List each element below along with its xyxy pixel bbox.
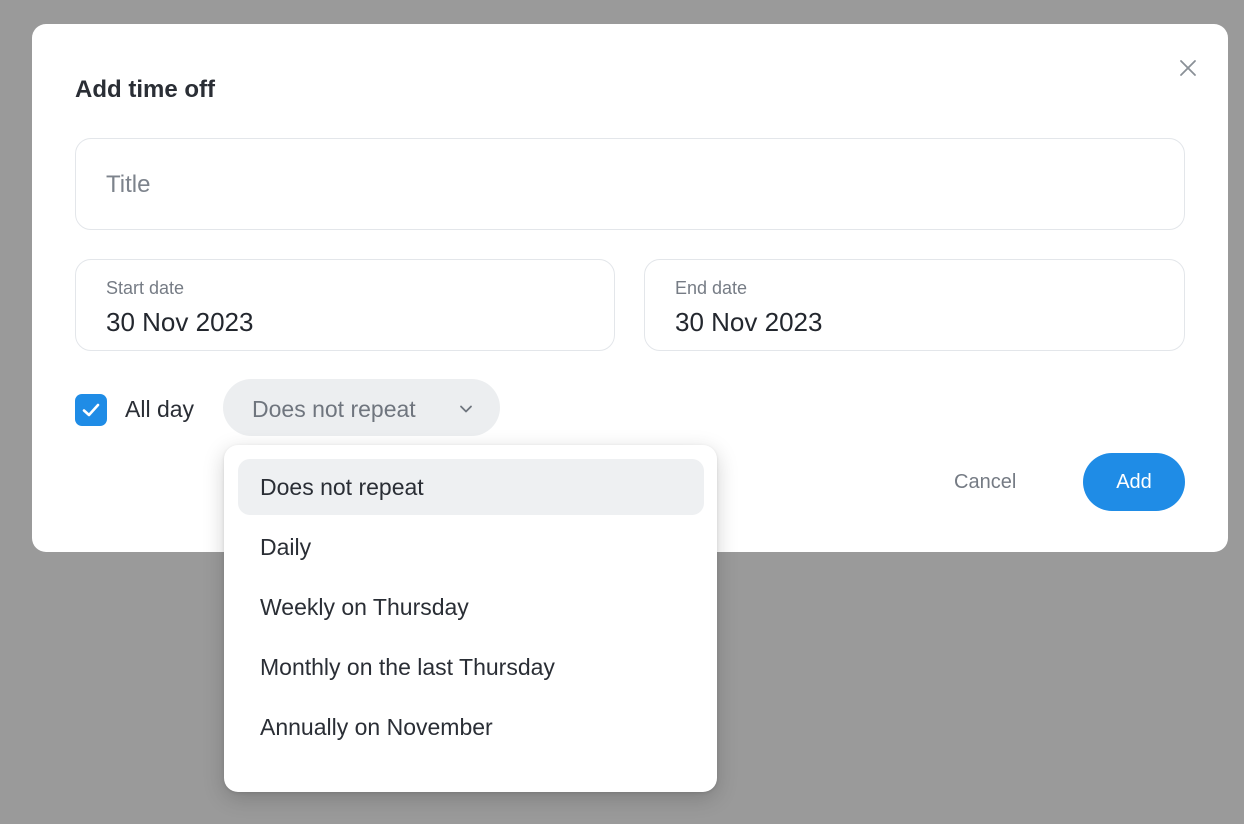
dialog-title: Add time off [75, 76, 215, 103]
title-input[interactable] [106, 167, 1106, 203]
repeat-select-value: Does not repeat [252, 396, 416, 422]
repeat-option-label: Does not repeat [260, 474, 424, 500]
close-button[interactable] [1174, 54, 1202, 82]
repeat-option-label: Monthly on the last Thursday [260, 654, 555, 680]
repeat-select[interactable]: Does not repeat [223, 379, 500, 436]
repeat-option-does-not-repeat[interactable]: Does not repeat [238, 459, 704, 515]
repeat-option-label: Weekly on Thursday [260, 594, 469, 620]
start-date-field[interactable]: Start date 30 Nov 2023 [75, 259, 615, 351]
start-date-value: 30 Nov 2023 [106, 307, 254, 337]
start-date-label: Start date [106, 278, 185, 298]
end-date-field[interactable]: End date 30 Nov 2023 [644, 259, 1185, 351]
repeat-option-daily[interactable]: Daily [238, 519, 704, 575]
repeat-dropdown-menu: Does not repeat Daily Weekly on Thursday… [224, 445, 717, 792]
add-button[interactable]: Add [1083, 453, 1185, 511]
cancel-button[interactable]: Cancel [954, 471, 1016, 494]
checkmark-icon [82, 403, 100, 417]
chevron-down-icon [460, 405, 472, 413]
repeat-option-annually[interactable]: Annually on November [238, 699, 704, 755]
repeat-option-weekly[interactable]: Weekly on Thursday [238, 579, 704, 635]
title-field[interactable] [75, 138, 1185, 230]
repeat-option-monthly[interactable]: Monthly on the last Thursday [238, 639, 704, 695]
end-date-value: 30 Nov 2023 [675, 307, 823, 337]
end-date-label: End date [675, 278, 748, 298]
repeat-option-label: Daily [260, 534, 312, 560]
all-day-checkbox[interactable] [75, 394, 107, 426]
close-icon [1180, 60, 1196, 76]
all-day-label: All day [125, 396, 195, 422]
repeat-option-label: Annually on November [260, 714, 493, 740]
